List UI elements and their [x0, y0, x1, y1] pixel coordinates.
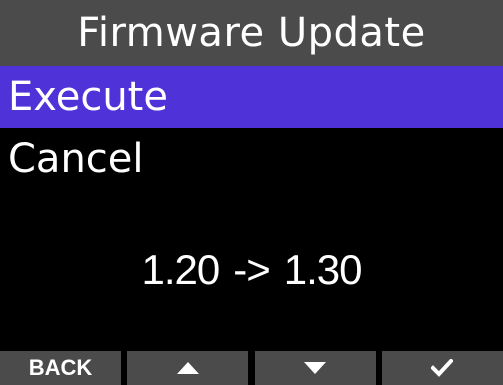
confirm-button[interactable] — [381, 351, 503, 385]
back-button[interactable]: BACK — [0, 351, 121, 385]
version-arrow: -> — [233, 246, 271, 293]
checkmark-icon — [431, 359, 454, 377]
softkey-bar: BACK — [0, 351, 503, 385]
version-info: 1.20 -> 1.30 — [0, 240, 503, 300]
up-triangle-icon — [176, 362, 199, 374]
down-button[interactable] — [254, 351, 376, 385]
down-triangle-icon — [304, 362, 327, 374]
screen-title: Firmware Update — [77, 10, 426, 56]
menu-item-execute[interactable]: Execute — [0, 66, 503, 128]
menu-list: Execute Cancel — [0, 66, 503, 190]
up-button[interactable] — [127, 351, 249, 385]
menu-item-cancel[interactable]: Cancel — [0, 128, 503, 190]
current-version: 1.20 — [141, 246, 220, 293]
title-bar: Firmware Update — [0, 0, 503, 66]
new-version: 1.30 — [283, 246, 363, 293]
back-button-label: BACK — [28, 355, 93, 380]
